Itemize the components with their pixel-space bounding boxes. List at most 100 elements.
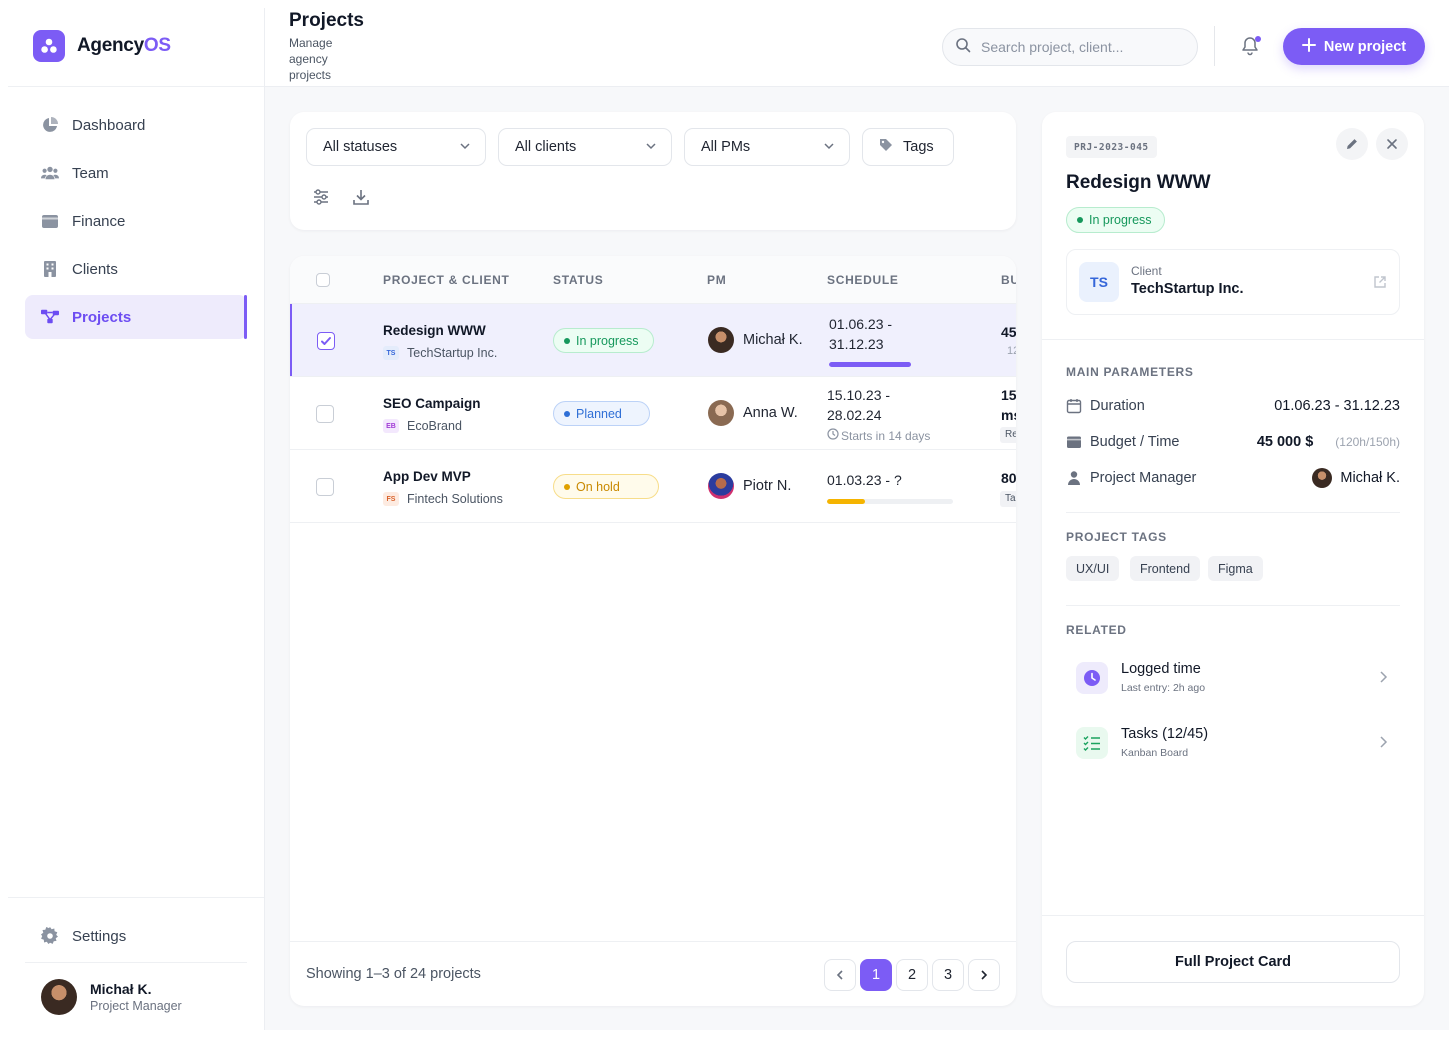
schedule-cell: 15.10.23 - 28.02.24	[827, 387, 891, 423]
full-project-card-button[interactable]: Full Project Card	[1066, 941, 1400, 983]
prev-page-button[interactable]	[824, 959, 856, 991]
edit-button[interactable]	[1336, 128, 1368, 160]
project-tag[interactable]: Frontend	[1130, 556, 1201, 581]
column-header[interactable]: BU	[1001, 273, 1016, 287]
client-filter-select[interactable]: All clients	[498, 128, 672, 166]
budget-badge: Re	[1000, 427, 1016, 443]
next-page-button[interactable]	[968, 959, 1000, 991]
sidebar: AgencyOS Dashboard Team Finance Clients …	[8, 8, 265, 1030]
pm-filter-select[interactable]: All PMs	[684, 128, 850, 166]
new-project-button[interactable]: New project	[1283, 28, 1425, 65]
avatar	[708, 327, 734, 353]
filters-card: All statuses All clients All PMs Tags	[290, 112, 1016, 230]
notification-bell-icon[interactable]	[1241, 36, 1261, 56]
pie-chart-icon	[41, 116, 59, 134]
sidebar-divider	[8, 86, 264, 87]
wallet-icon	[1066, 434, 1082, 450]
avatar	[1312, 468, 1333, 488]
project-tag[interactable]: Figma	[1208, 556, 1263, 581]
project-code: PRJ-2023-045	[1066, 136, 1157, 158]
project-title: Redesign WWW	[1066, 172, 1211, 193]
sidebar-divider	[25, 962, 247, 963]
page-button[interactable]: 3	[932, 959, 964, 991]
status-badge: On hold	[553, 474, 659, 499]
param-project-manager: Project Manager Michał K.	[1066, 466, 1400, 490]
client-badge: TS	[383, 346, 399, 360]
user-name: Michał K.	[90, 981, 152, 997]
project-name[interactable]: Redesign WWW	[383, 323, 486, 338]
client-name: TechStartup Inc.	[1131, 281, 1244, 297]
close-button[interactable]	[1376, 128, 1408, 160]
schedule-cell: 01.03.23 - ?	[827, 472, 902, 488]
search-box[interactable]	[942, 28, 1198, 66]
table-row[interactable]: Redesign WWW TS TechStartup Inc. In prog…	[290, 304, 1016, 377]
avatar	[708, 400, 734, 426]
schedule-note: Starts in 14 days	[827, 428, 930, 443]
external-link-icon[interactable]	[1373, 275, 1387, 294]
close-icon	[1387, 139, 1397, 149]
divider	[1042, 339, 1424, 340]
search-input[interactable]	[981, 39, 1181, 55]
sidebar-item-clients[interactable]: Clients	[25, 247, 247, 291]
project-detail-panel: PRJ-2023-045 Redesign WWW In progress TS…	[1042, 112, 1424, 1006]
gear-icon	[41, 927, 59, 945]
column-header[interactable]: STATUS	[553, 273, 603, 287]
download-icon[interactable]	[352, 188, 372, 208]
brand-name: AgencyOS	[77, 35, 171, 56]
related-logged-time[interactable]: Logged time Last entry: 2h ago	[1066, 654, 1400, 702]
column-header[interactable]: PM	[707, 273, 726, 287]
table-row[interactable]: App Dev MVP FS Fintech Solutions On hold…	[290, 450, 1016, 523]
sidebar-item-finance[interactable]: Finance	[25, 199, 247, 243]
status-badge: In progress	[1066, 207, 1165, 233]
related-title: Logged time	[1121, 661, 1201, 677]
page-button[interactable]: 1	[860, 959, 892, 991]
plus-icon	[1301, 37, 1316, 56]
divider	[1066, 512, 1400, 513]
project-tag[interactable]: UX/UI	[1066, 556, 1120, 581]
sidebar-item-label: Finance	[72, 212, 126, 230]
settings-section: Settings	[25, 914, 247, 962]
table-row[interactable]: SEO Campaign EB EcoBrand Planned Anna W.…	[290, 377, 1016, 450]
section-title: MAIN PARAMETERS	[1066, 365, 1194, 379]
progress-fill	[829, 362, 911, 367]
user-profile[interactable]: Michał K. Project Manager	[41, 979, 182, 1015]
sidebar-item-settings[interactable]: Settings	[25, 914, 247, 958]
status-filter-select[interactable]: All statuses	[306, 128, 486, 166]
row-checkbox[interactable]	[317, 332, 335, 350]
projects-icon	[41, 308, 59, 326]
sliders-icon[interactable]	[312, 188, 332, 208]
client-card[interactable]: TS Client TechStartup Inc.	[1066, 249, 1400, 315]
sidebar-item-projects[interactable]: Projects	[25, 295, 247, 339]
search-icon	[955, 37, 971, 58]
project-name[interactable]: App Dev MVP	[383, 469, 471, 484]
chevron-left-icon	[836, 970, 843, 980]
top-header: Projects Manage agency projects New proj…	[265, 8, 1449, 87]
page-button[interactable]: 2	[896, 959, 928, 991]
notification-dot	[1255, 36, 1261, 42]
related-tasks[interactable]: Tasks (12/45) Kanban Board	[1066, 719, 1400, 767]
avatar	[41, 979, 77, 1015]
checklist-icon	[1076, 727, 1108, 759]
section-title: PROJECT TAGS	[1066, 530, 1167, 544]
sidebar-item-team[interactable]: Team	[25, 151, 247, 195]
pencil-icon	[1347, 139, 1357, 149]
sidebar-item-dashboard[interactable]: Dashboard	[25, 103, 247, 147]
select-all-checkbox[interactable]	[316, 273, 330, 287]
project-name[interactable]: SEO Campaign	[383, 396, 481, 411]
tag-icon	[879, 138, 893, 156]
client-label: Client	[1131, 264, 1162, 278]
progress-bar	[827, 499, 953, 504]
avatar	[708, 473, 734, 499]
row-checkbox[interactable]	[316, 478, 334, 496]
section-title: RELATED	[1066, 623, 1127, 637]
param-budget: Budget / Time 45 000 $ (120h/150h)	[1066, 430, 1400, 454]
sidebar-item-label: Team	[72, 164, 109, 182]
column-header[interactable]: PROJECT & CLIENT	[383, 273, 510, 287]
client-badge: FS	[383, 492, 399, 506]
tags-filter-button[interactable]: Tags	[862, 128, 954, 166]
row-checkbox[interactable]	[316, 405, 334, 423]
clock-icon	[827, 428, 839, 443]
column-header[interactable]: SCHEDULE	[827, 273, 899, 287]
brand[interactable]: AgencyOS	[33, 30, 171, 62]
schedule-cell: 01.06.23 - 31.12.23	[829, 316, 893, 352]
